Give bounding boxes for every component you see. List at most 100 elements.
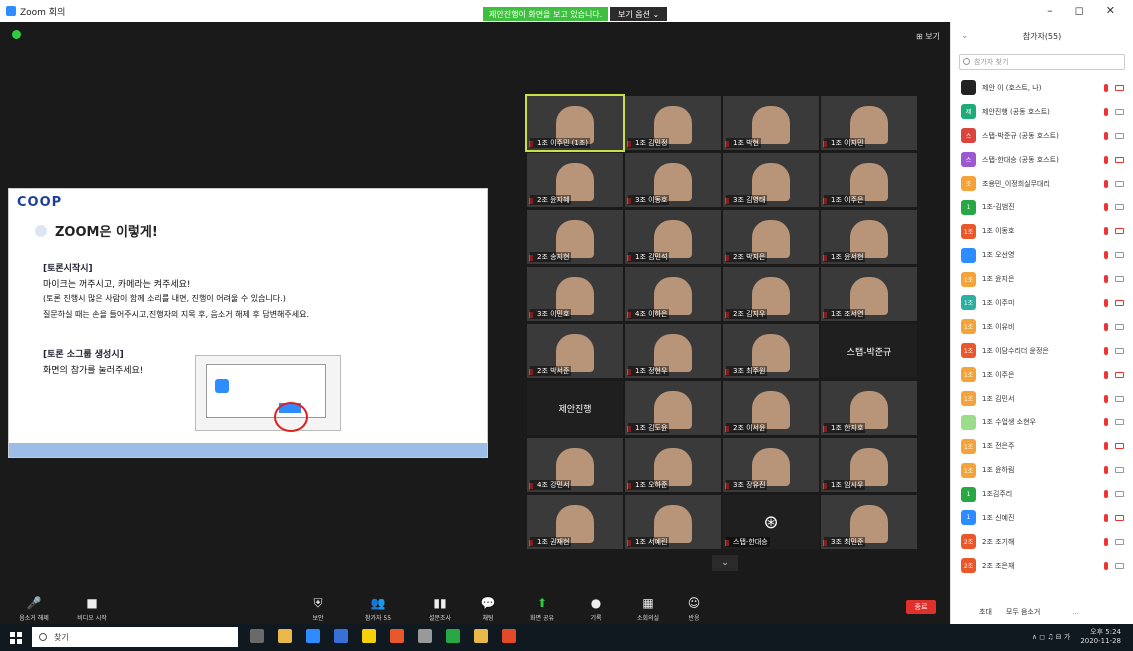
- video-tile[interactable]: 3조 김영태: [723, 153, 819, 207]
- chrome-alt-icon[interactable]: [502, 629, 516, 643]
- task-view-icon[interactable]: [250, 629, 264, 643]
- chrome-icon[interactable]: [474, 629, 488, 643]
- more-options-button[interactable]: ...: [1072, 608, 1079, 616]
- video-tile[interactable]: 1조 김민석: [625, 210, 721, 264]
- panel-header: ⌄ 참가자(55): [951, 22, 1133, 50]
- video-tile[interactable]: 1조 윤서현: [821, 210, 917, 264]
- video-tile[interactable]: 2조 윤지혜: [527, 153, 623, 207]
- video-tile[interactable]: 1조 김민정: [625, 96, 721, 150]
- participant-row[interactable]: 1조 1조 윤지은: [951, 267, 1133, 291]
- participant-row[interactable]: 1조 1조 이주미: [951, 291, 1133, 315]
- video-tile[interactable]: 3조 최주원: [723, 324, 819, 378]
- video-tile[interactable]: 2조 박지은: [723, 210, 819, 264]
- video-tile[interactable]: 3조 이동호: [625, 153, 721, 207]
- taskbar-search-input[interactable]: 찾기: [32, 627, 238, 647]
- participant-row[interactable]: 제안 이 (호스트, 나): [951, 76, 1133, 100]
- window-title: Zoom 회의: [20, 7, 66, 18]
- video-tile[interactable]: 1조 정현우: [625, 324, 721, 378]
- polls-button[interactable]: ▮▮ 설문조사: [420, 596, 460, 622]
- mute-all-button[interactable]: 모두 음소거: [1006, 607, 1040, 617]
- video-tile[interactable]: 1조 박현: [723, 96, 819, 150]
- video-tile[interactable]: 2조 박서준: [527, 324, 623, 378]
- chat-button[interactable]: 💬 채팅: [468, 596, 508, 622]
- video-tile[interactable]: 2조 이서윤: [723, 381, 819, 435]
- video-tile[interactable]: 2조 김지우: [723, 267, 819, 321]
- video-tile[interactable]: 1조 서예린: [625, 495, 721, 549]
- participant-row[interactable]: 1조 1조 윤하림: [951, 458, 1133, 482]
- video-tile[interactable]: 3조 장유진: [723, 438, 819, 492]
- end-meeting-button[interactable]: 종료: [906, 600, 936, 614]
- unmute-button[interactable]: 🎤 음소거 해제: [14, 596, 54, 622]
- participant-row[interactable]: 스 스탭-한대승 (공동 호스트): [951, 148, 1133, 172]
- close-button[interactable]: ✕: [1106, 4, 1115, 17]
- reactions-button[interactable]: ☺ 반응: [674, 596, 714, 622]
- participant-row[interactable]: 1조 1조 이유비: [951, 315, 1133, 339]
- collapse-chevron-icon[interactable]: ⌄: [961, 31, 969, 41]
- participant-row[interactable]: 스 스탭-박준규 (공동 호스트): [951, 124, 1133, 148]
- participant-row[interactable]: 1 1조-김범진: [951, 195, 1133, 219]
- windows-start-icon[interactable]: [10, 632, 22, 644]
- view-options-button[interactable]: 보기 옵션 ⌄: [610, 7, 668, 21]
- app-icon[interactable]: [334, 629, 348, 643]
- video-tile[interactable]: 1조 이주은: [821, 153, 917, 207]
- participant-search-input[interactable]: 참가자 찾기: [959, 54, 1125, 70]
- tile-name-label: 1조 조서연: [824, 309, 866, 319]
- video-tile[interactable]: 4조 강민서: [527, 438, 623, 492]
- video-tile[interactable]: 3조 이민호: [527, 267, 623, 321]
- participant-row[interactable]: 제 제안진행 (공동 호스트): [951, 100, 1133, 124]
- encryption-shield-icon[interactable]: [12, 30, 21, 39]
- video-tile[interactable]: 2조 송지현: [527, 210, 623, 264]
- file-explorer-icon[interactable]: [278, 629, 292, 643]
- video-tile[interactable]: ⊛ 스탭-한대승: [723, 495, 819, 549]
- video-tile[interactable]: 3조 최민준: [821, 495, 917, 549]
- video-tile[interactable]: 제안진행: [527, 381, 623, 435]
- muted-mic-icon: [1104, 322, 1108, 331]
- participant-row[interactable]: 1 1조김주리: [951, 482, 1133, 506]
- security-button[interactable]: ⛨ 보안: [298, 596, 338, 622]
- video-tile[interactable]: 4조 이하은: [625, 267, 721, 321]
- video-tile[interactable]: 1조 이지민: [821, 96, 917, 150]
- kakaotalk-icon[interactable]: [362, 629, 376, 643]
- video-tile[interactable]: 1조 오하준: [625, 438, 721, 492]
- participant-row[interactable]: 1 1조 신예진: [951, 506, 1133, 530]
- minimize-button[interactable]: –: [1047, 4, 1053, 17]
- video-tile[interactable]: 스탭-박준규: [821, 324, 917, 378]
- muted-mic-icon: [1104, 131, 1108, 140]
- invite-button[interactable]: 초대: [979, 607, 992, 617]
- video-tile[interactable]: 1조 한지호: [821, 381, 917, 435]
- participants-button[interactable]: 👥 참가자 55: [358, 596, 398, 622]
- maximize-button[interactable]: ◻: [1075, 4, 1084, 17]
- video-tile[interactable]: 1조 이주민 (1조): [525, 94, 625, 152]
- record-button[interactable]: ● 기록: [576, 596, 616, 622]
- participant-row[interactable]: 1조 1조 이주은: [951, 363, 1133, 387]
- view-mode-button[interactable]: ⊞ 보기: [916, 31, 940, 42]
- participant-row[interactable]: 1조 1조 전은주: [951, 434, 1133, 458]
- participant-row[interactable]: 1조 1조 김민서: [951, 387, 1133, 411]
- excel-icon[interactable]: [446, 629, 460, 643]
- participant-row[interactable]: 1조 1조 이담수리더 윤정은: [951, 339, 1133, 363]
- tile-name-label: 1조 이지민: [824, 138, 866, 148]
- participant-row[interactable]: 1조 수업생 소현우: [951, 410, 1133, 434]
- participant-row[interactable]: 1조 오선영: [951, 243, 1133, 267]
- zoom-taskbar-icon[interactable]: [306, 629, 320, 643]
- video-tile[interactable]: 1조 임시우: [821, 438, 917, 492]
- next-page-chevron-icon[interactable]: ⌄: [712, 555, 738, 571]
- slide-heading: ZOOM은 이렇게!: [35, 221, 158, 240]
- participant-row[interactable]: 1조 1조 이동호: [951, 219, 1133, 243]
- tile-name-label: 1조 정현우: [628, 366, 670, 376]
- powerpoint-icon[interactable]: [390, 629, 404, 643]
- highlight-circle: [274, 402, 308, 432]
- participant-row[interactable]: 조 조용민_이정희실무대리: [951, 172, 1133, 196]
- tray-icons[interactable]: ∧ ◻ ♫ ⊟ 가: [1032, 632, 1070, 642]
- participant-row[interactable]: 2조 2조 조기해: [951, 530, 1133, 554]
- breakout-rooms-button[interactable]: ▦ 소회의실: [628, 596, 668, 622]
- participant-row[interactable]: 2조 2조 조은재: [951, 554, 1133, 578]
- video-tile[interactable]: 1조 조서연: [821, 267, 917, 321]
- share-screen-button[interactable]: ⬆ 화면 공유: [522, 596, 562, 622]
- taskbar-clock[interactable]: 오후 5:24 2020-11-28: [1080, 628, 1121, 646]
- tile-name-label: 1조 한지호: [824, 423, 866, 433]
- video-tile[interactable]: 1조 김도윤: [625, 381, 721, 435]
- start-video-button[interactable]: ■ 비디오 시작: [72, 596, 112, 622]
- settings-icon[interactable]: [418, 629, 432, 643]
- video-tile[interactable]: 1조 권재현: [527, 495, 623, 549]
